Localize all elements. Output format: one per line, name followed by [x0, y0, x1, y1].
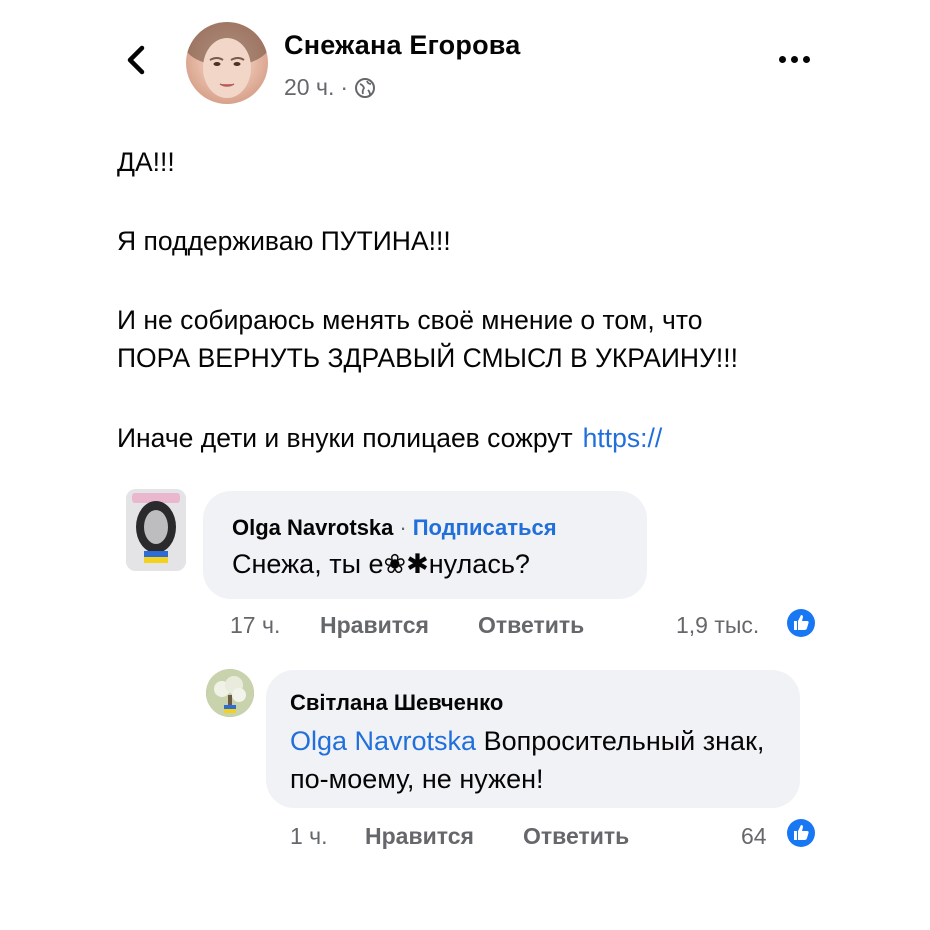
commenter-avatar[interactable]: [126, 489, 186, 571]
post-author-name[interactable]: Снежана Егорова: [284, 30, 520, 61]
comment-header: Olga Navrotska · Подписаться: [232, 515, 557, 541]
post-meta: 20 ч. ·: [284, 74, 376, 101]
comment-text: Снежа, ты е❀✱нулась?: [232, 549, 530, 579]
reaction-count[interactable]: 64: [741, 823, 767, 850]
comment-text: Olga Navrotska Вопросительный знак, по-м…: [290, 722, 790, 798]
back-icon[interactable]: [118, 42, 154, 78]
comment-bubble: [203, 491, 647, 599]
post-link[interactable]: https://: [583, 423, 663, 453]
more-options-icon[interactable]: [772, 44, 816, 74]
commenter-avatar-image: [206, 669, 254, 717]
like-button[interactable]: Нравится: [365, 823, 474, 850]
post-text-line: И не собираюсь менять своё мнение о том,…: [117, 305, 703, 335]
header-separator: ·: [399, 515, 407, 540]
like-reaction-icon[interactable]: [786, 608, 816, 638]
post-time[interactable]: 20 ч.: [284, 74, 334, 101]
follow-button[interactable]: Подписаться: [413, 515, 557, 540]
like-button[interactable]: Нравится: [320, 612, 429, 639]
post-text: Иначе дети и внуки полицаев сожрут: [117, 423, 573, 453]
post-text-line: Я поддерживаю ПУТИНА!!!: [117, 226, 451, 256]
commenter-avatar-image: [126, 489, 186, 571]
post-text-line: ДА!!!: [117, 147, 175, 177]
reply-button[interactable]: Ответить: [523, 823, 629, 850]
comment-author[interactable]: Olga Navrotska: [232, 515, 393, 540]
post-text-line: Иначе дети и внуки полицаев сожрут https:…: [117, 420, 662, 456]
comment-time[interactable]: 1 ч.: [290, 823, 328, 850]
author-avatar[interactable]: [186, 22, 268, 104]
reply-button[interactable]: Ответить: [478, 612, 584, 639]
meta-separator: ·: [340, 74, 349, 100]
comment-author[interactable]: Світлана Шевченко: [290, 690, 503, 716]
reaction-count[interactable]: 1,9 тыс.: [676, 612, 759, 639]
post-text-line: ПОРА ВЕРНУТЬ ЗДРАВЫЙ СМЫСЛ В УКРАИНУ!!!: [117, 343, 738, 373]
mention-link[interactable]: Olga Navrotska: [290, 726, 476, 756]
comment-time[interactable]: 17 ч.: [230, 612, 280, 639]
like-reaction-icon[interactable]: [786, 818, 816, 848]
commenter-avatar[interactable]: [206, 669, 254, 717]
avatar-portrait: [186, 22, 268, 98]
globe-icon: [355, 77, 376, 98]
